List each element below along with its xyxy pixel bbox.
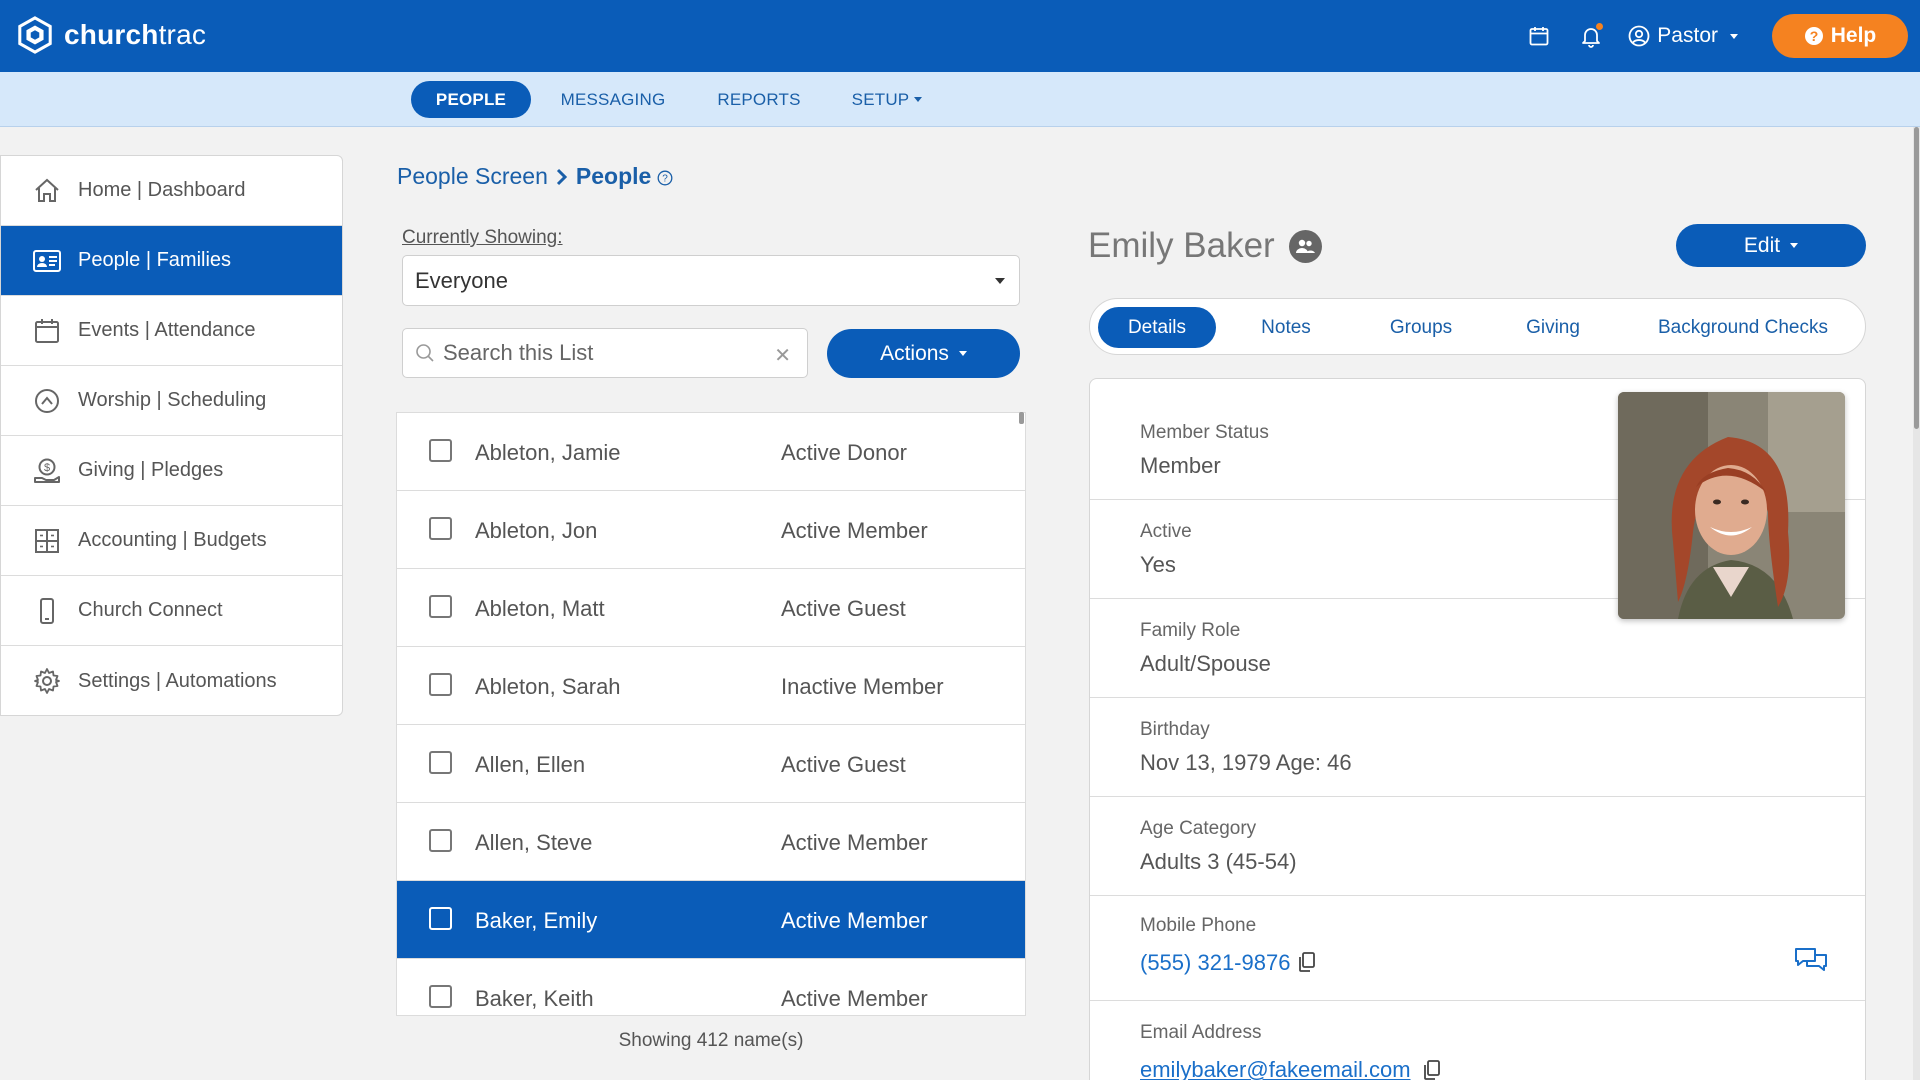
- search-icon: [416, 344, 434, 362]
- sidebar-item-giving[interactable]: $ Giving | Pledges: [1, 436, 342, 506]
- list-item[interactable]: Ableton, Jon Active Member: [397, 491, 1025, 569]
- question-circle-icon: ?: [1804, 27, 1823, 45]
- people-list: Ableton, Jamie Active Donor Ableton, Jon A…: [396, 412, 1026, 1016]
- tab-background-checks[interactable]: Background Checks: [1637, 307, 1849, 348]
- notification-bell-icon[interactable]: [1576, 21, 1606, 51]
- actions-button[interactable]: Actions: [827, 329, 1020, 378]
- search-input[interactable]: [443, 340, 763, 366]
- churchtrac-logo[interactable]: churchtrac: [16, 16, 206, 54]
- tab-giving[interactable]: Giving: [1503, 307, 1603, 348]
- tab-reports[interactable]: REPORTS: [709, 81, 809, 118]
- row-checkbox[interactable]: [429, 751, 452, 774]
- list-item[interactable]: Ableton, Jamie Active Donor: [397, 413, 1025, 491]
- row-checkbox[interactable]: [429, 439, 452, 462]
- copy-icon[interactable]: [1422, 1059, 1442, 1080]
- select-caret-icon: [995, 278, 1005, 284]
- calendar-icon: [31, 315, 63, 347]
- chat-icon[interactable]: [1793, 946, 1829, 978]
- sidebar-item-people[interactable]: People | Families: [1, 226, 342, 296]
- user-circle-icon: [1628, 25, 1650, 47]
- showing-select-value: Everyone: [415, 267, 508, 293]
- list-item[interactable]: Baker, Keith Active Member: [397, 959, 1025, 1015]
- chevron-down-icon: [958, 351, 967, 356]
- sidebar-item-church-connect[interactable]: Church Connect: [1, 576, 342, 646]
- row-checkbox[interactable]: [429, 985, 452, 1008]
- grid-icon: [31, 525, 63, 557]
- row-checkbox[interactable]: [429, 517, 452, 540]
- id-card-icon: [31, 245, 63, 277]
- user-menu[interactable]: Pastor: [1628, 24, 1738, 48]
- chevron-down-icon: [914, 97, 923, 102]
- list-item-selected[interactable]: Baker, Emily Active Member: [397, 881, 1025, 959]
- svg-text:$: $: [44, 462, 50, 474]
- profile-header: Emily Baker: [1088, 226, 1322, 266]
- gear-icon: [31, 665, 63, 697]
- row-checkbox[interactable]: [429, 673, 452, 696]
- svg-text:?: ?: [663, 174, 669, 185]
- worship-icon: [31, 385, 63, 417]
- sidebar-item-home[interactable]: Home | Dashboard: [1, 156, 342, 226]
- user-name: Pastor: [1657, 24, 1718, 47]
- list-item[interactable]: Ableton, Sarah Inactive Member: [397, 647, 1025, 725]
- currently-showing-label: Currently Showing:: [402, 227, 563, 248]
- help-circle-icon[interactable]: ?: [657, 170, 673, 186]
- profile-name: Emily Baker: [1088, 226, 1275, 265]
- sidebar: Home | Dashboard People | Families Event…: [0, 155, 343, 716]
- tab-notes[interactable]: Notes: [1236, 307, 1336, 348]
- family-icon[interactable]: [1288, 229, 1322, 263]
- mobile-phone-link[interactable]: (555) 321-9876: [1140, 950, 1290, 976]
- row-checkbox[interactable]: [429, 829, 452, 852]
- chevron-down-icon: [1730, 33, 1738, 39]
- row-checkbox[interactable]: [429, 595, 452, 618]
- copy-icon[interactable]: [1297, 951, 1317, 973]
- sidebar-item-accounting[interactable]: Accounting | Budgets: [1, 506, 342, 576]
- tab-setup[interactable]: SETUP: [847, 81, 927, 118]
- page-scrollbar[interactable]: [1913, 127, 1920, 1080]
- chevron-right-icon: [556, 168, 568, 185]
- home-icon: [31, 175, 63, 207]
- breadcrumb-current: People: [575, 163, 652, 189]
- logo-icon: [18, 16, 52, 54]
- list-scrollbar[interactable]: [1019, 412, 1024, 424]
- giving-icon: $: [31, 455, 63, 487]
- row-checkbox[interactable]: [429, 907, 452, 930]
- chevron-down-icon: [1790, 243, 1799, 248]
- scrollbar-thumb[interactable]: [1914, 127, 1919, 429]
- field-birthday: Birthday Nov 13, 1979 Age: 46: [1090, 698, 1865, 797]
- top-bar: churchtrac Pastor ? Help: [0, 0, 1920, 72]
- search-list: ✕: [402, 328, 808, 378]
- sidebar-item-events[interactable]: Events | Attendance: [1, 296, 342, 366]
- main-nav: PEOPLE MESSAGING REPORTS SETUP: [0, 72, 1920, 127]
- tab-details[interactable]: Details: [1098, 307, 1216, 348]
- list-item[interactable]: Ableton, Matt Active Guest: [397, 569, 1025, 647]
- showing-select[interactable]: Everyone: [402, 255, 1020, 306]
- phone-icon: [31, 595, 63, 627]
- svg-text:?: ?: [1809, 28, 1818, 44]
- tab-groups[interactable]: Groups: [1366, 307, 1476, 348]
- list-item[interactable]: Allen, Ellen Active Guest: [397, 725, 1025, 803]
- field-age-category: Age Category Adults 3 (45-54): [1090, 797, 1865, 896]
- sidebar-item-worship[interactable]: Worship | Scheduling: [1, 366, 342, 436]
- breadcrumb-parent[interactable]: People Screen: [397, 163, 548, 190]
- profile-tabs: Details Notes Groups Giving Background C…: [1089, 298, 1866, 355]
- email-link[interactable]: emilybaker@fakeemail.com: [1140, 1057, 1411, 1080]
- calendar-icon[interactable]: [1524, 21, 1554, 51]
- tab-messaging[interactable]: MESSAGING: [551, 81, 675, 118]
- list-item[interactable]: Allen, Steve Active Member: [397, 803, 1025, 881]
- help-button[interactable]: ? Help: [1772, 14, 1908, 58]
- breadcrumb: People Screen People ?: [397, 163, 673, 190]
- edit-button[interactable]: Edit: [1676, 224, 1866, 267]
- logo-text: churchtrac: [64, 19, 207, 50]
- field-mobile-phone: Mobile Phone (555) 321-9876: [1090, 896, 1865, 1001]
- profile-photo[interactable]: [1618, 392, 1845, 619]
- tab-people[interactable]: PEOPLE: [411, 81, 531, 118]
- clear-search-icon[interactable]: ✕: [774, 343, 791, 368]
- list-count: Showing 412 name(s): [618, 1030, 804, 1051]
- field-email: Email Address emilybaker@fakeemail.com: [1090, 1001, 1865, 1080]
- sidebar-item-settings[interactable]: Settings | Automations: [1, 646, 342, 715]
